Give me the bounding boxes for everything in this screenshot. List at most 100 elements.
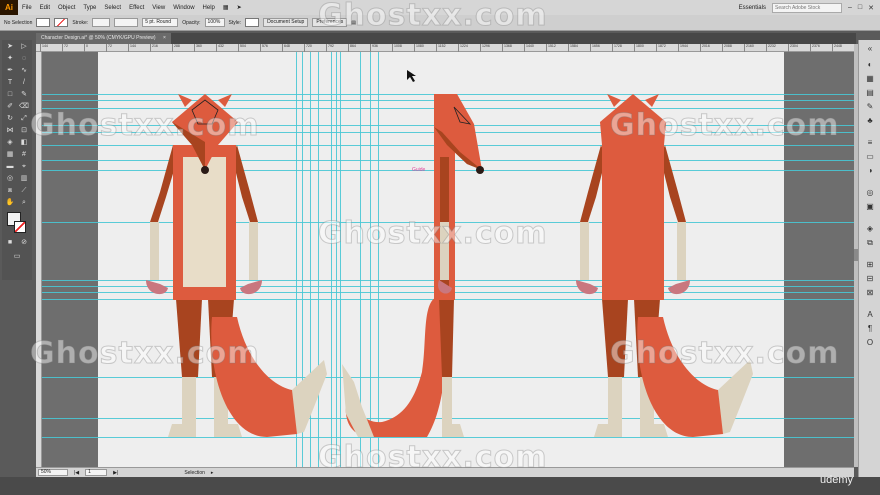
symbols-icon[interactable]: ♣	[865, 116, 875, 126]
eyedropper-tool-icon[interactable]: ⌖	[18, 162, 30, 172]
menu-view[interactable]: View	[148, 5, 169, 11]
eraser-tool-icon[interactable]: ⌫	[18, 102, 30, 112]
menu-type[interactable]: Type	[79, 5, 100, 11]
workspace-select[interactable]: Essentials	[739, 5, 766, 11]
none-mode-icon[interactable]: ⊘	[18, 238, 30, 248]
side-foot[interactable]	[442, 424, 464, 437]
front-right-ear[interactable]	[218, 94, 232, 107]
swatches-icon[interactable]: ▤	[865, 88, 875, 98]
back-right-ear[interactable]	[645, 94, 659, 107]
tab-close-icon[interactable]: ×	[163, 35, 166, 41]
zoom-tool-icon[interactable]: ⌕	[18, 198, 30, 208]
stroke-weight-field[interactable]	[92, 18, 111, 27]
opacity-label[interactable]: Opacity:	[182, 20, 200, 26]
menu-window[interactable]: Window	[169, 5, 198, 11]
brushes-icon[interactable]: ✎	[865, 102, 875, 112]
color-panel-icon[interactable]: ◐	[865, 60, 875, 70]
document-setup-button[interactable]: Document Setup	[263, 18, 309, 27]
side-tail-tip[interactable]	[342, 364, 374, 437]
layers-icon[interactable]: ◈	[865, 224, 875, 234]
type-tool-icon[interactable]: T	[4, 78, 16, 88]
send-icon[interactable]: ➤	[233, 4, 246, 11]
artboard-number-field[interactable]: 1	[85, 469, 108, 476]
magic-wand-tool-icon[interactable]: ✦	[4, 54, 16, 64]
back-tail-tip[interactable]	[718, 360, 753, 434]
next-artboard-icon[interactable]: ▶|	[113, 470, 118, 476]
front-left-foot[interactable]	[168, 424, 196, 437]
transform-icon[interactable]: ⊠	[865, 288, 875, 298]
status-menu-icon[interactable]: ▸	[211, 470, 214, 476]
fox-front-view[interactable]	[146, 94, 327, 437]
artboards-icon[interactable]: ⧉	[865, 238, 875, 248]
curvature-tool-icon[interactable]: ∿	[18, 66, 30, 76]
zoom-level-field[interactable]: 50%	[38, 469, 68, 476]
adobe-stock-search[interactable]: Search Adobe Stock	[771, 2, 842, 13]
gradient-panel-icon[interactable]: ▭	[865, 152, 875, 162]
artboard-tool-icon[interactable]: ⧈	[4, 186, 16, 196]
shape-builder-tool-icon[interactable]: ◈	[4, 138, 16, 148]
front-left-hand[interactable]	[146, 280, 168, 295]
back-right-hand[interactable]	[668, 280, 690, 295]
slice-tool-icon[interactable]: ⟋	[18, 186, 30, 196]
current-tool-status[interactable]: Selection	[184, 470, 205, 476]
front-right-hand[interactable]	[240, 280, 262, 295]
back-right-foot[interactable]	[640, 424, 668, 437]
back-left-forearm[interactable]	[580, 222, 589, 280]
close-icon[interactable]: ✕	[868, 4, 874, 12]
brush-definition[interactable]: 5 pt. Round	[142, 18, 179, 27]
direct-selection-tool-icon[interactable]: ▷	[18, 42, 30, 52]
back-left-ear[interactable]	[607, 94, 621, 107]
stroke-label[interactable]: Stroke:	[72, 20, 88, 26]
first-artboard-icon[interactable]: |◀	[74, 470, 79, 476]
opentype-icon[interactable]: O	[865, 338, 875, 348]
character-icon[interactable]: A	[865, 310, 875, 320]
gradient-tool-icon[interactable]: ▬	[4, 162, 16, 172]
transparency-icon[interactable]: ◑	[865, 166, 875, 176]
lasso-tool-icon[interactable]: ◌	[18, 54, 30, 64]
front-left-forearm[interactable]	[150, 222, 159, 280]
opacity-field[interactable]: 100%	[204, 18, 225, 27]
back-left-foot[interactable]	[594, 424, 622, 437]
blend-tool-icon[interactable]: ◎	[4, 174, 16, 184]
menu-select[interactable]: Select	[100, 5, 125, 11]
variable-width-field[interactable]	[114, 18, 139, 27]
paragraph-icon[interactable]: ¶	[865, 324, 875, 334]
maximize-icon[interactable]: □	[858, 4, 862, 11]
stroke-panel-icon[interactable]: ≡	[865, 138, 875, 148]
screen-mode-icon[interactable]: ▭	[11, 252, 23, 262]
menu-file[interactable]: File	[18, 5, 36, 11]
menu-edit[interactable]: Edit	[36, 5, 54, 11]
stroke-swatch[interactable]	[14, 221, 26, 233]
graphic-style-swatch[interactable]	[245, 18, 260, 27]
horizontal-ruler[interactable]: 144 72 0 72 144 216 288 360 432 504 576 648 720 792 86…	[36, 44, 854, 52]
back-left-hand[interactable]	[576, 280, 598, 295]
align-icon[interactable]: ⊞	[865, 260, 875, 270]
minimize-icon[interactable]: –	[848, 4, 852, 11]
appearance-icon[interactable]: ◎	[865, 188, 875, 198]
front-left-ear[interactable]	[178, 94, 192, 107]
pen-tool-icon[interactable]: ✒	[4, 66, 16, 76]
live-paint-tool-icon[interactable]: ◧	[18, 138, 30, 148]
document-tab[interactable]: Character Design.ai* @ 50% (CMYK/GPU Pre…	[36, 33, 171, 44]
mesh-tool-icon[interactable]: #	[18, 150, 30, 160]
line-tool-icon[interactable]: /	[18, 78, 30, 88]
front-right-foot[interactable]	[214, 424, 242, 437]
color-guide-icon[interactable]: ▦	[865, 74, 875, 84]
graph-tool-icon[interactable]: ▥	[18, 174, 30, 184]
free-transform-tool-icon[interactable]: ⊡	[18, 126, 30, 136]
pathfinder-icon[interactable]: ⊟	[865, 274, 875, 284]
front-tail-tip[interactable]	[292, 360, 327, 434]
width-tool-icon[interactable]: ⋈	[4, 126, 16, 136]
fox-back-view[interactable]	[576, 94, 753, 437]
back-torso[interactable]	[602, 145, 664, 300]
scale-tool-icon[interactable]: ⤢	[18, 114, 30, 124]
rectangle-tool-icon[interactable]: □	[4, 90, 16, 100]
front-right-forearm[interactable]	[249, 222, 258, 280]
fox-side-view[interactable]	[342, 94, 484, 437]
menu-effect[interactable]: Effect	[125, 5, 148, 11]
menu-object[interactable]: Object	[54, 5, 79, 11]
color-mode-icon[interactable]: ■	[4, 238, 16, 248]
perspective-grid-tool-icon[interactable]: ▦	[4, 150, 16, 160]
hand-tool-icon[interactable]: ✋	[4, 198, 16, 208]
collapse-panels-icon[interactable]: «	[865, 44, 875, 54]
